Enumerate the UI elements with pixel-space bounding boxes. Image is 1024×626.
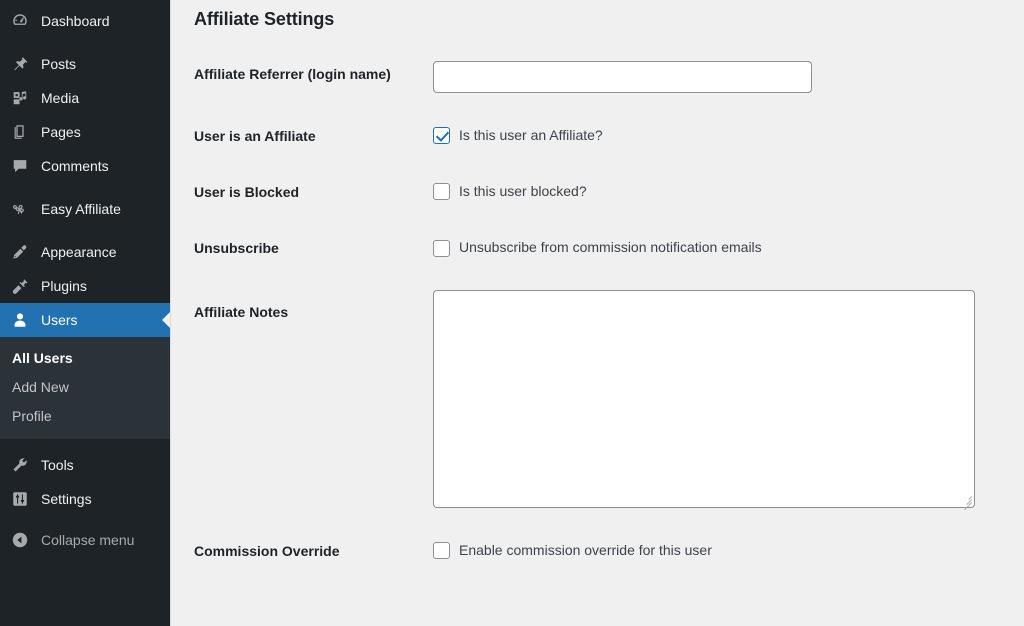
row-affiliate-notes: Affiliate Notes — [194, 277, 1024, 523]
pages-icon — [10, 122, 30, 142]
plugins-icon — [10, 276, 30, 296]
sidebar-item-label: Dashboard — [41, 14, 110, 28]
sidebar-item-label: Pages — [41, 125, 81, 139]
appearance-icon — [10, 242, 30, 262]
collapse-icon — [10, 530, 30, 550]
label-commission-override: Commission Override — [194, 523, 433, 579]
sidebar-item-label: Posts — [41, 57, 76, 71]
sidebar-item-label: Easy Affiliate — [41, 202, 121, 216]
label-user-is-blocked: User is Blocked — [194, 164, 433, 220]
row-commission-override: Commission Override Enable commission ov… — [194, 523, 1024, 579]
row-user-is-affiliate: User is an Affiliate Is this user an Aff… — [194, 108, 1024, 164]
sidebar-item-label: Users — [41, 313, 78, 327]
label-affiliate-notes: Affiliate Notes — [194, 277, 433, 523]
label-unsubscribe: Unsubscribe — [194, 220, 433, 276]
collapse-menu-button[interactable]: Collapse menu — [0, 523, 170, 557]
sidebar-item-label: Appearance — [41, 245, 117, 259]
commission-override-field[interactable]: Enable commission override for this user — [433, 538, 1014, 561]
label-user-is-affiliate: User is an Affiliate — [194, 108, 433, 164]
submenu-item-add-new[interactable]: Add New — [0, 373, 170, 402]
comments-icon — [10, 156, 30, 176]
sidebar-item-settings[interactable]: Settings — [0, 482, 170, 516]
submenu-item-all-users[interactable]: All Users — [0, 344, 170, 373]
user-is-affiliate-checkbox[interactable] — [433, 127, 450, 144]
user-is-blocked-checkbox-label: Is this user blocked? — [459, 182, 587, 202]
sidebar-item-users[interactable]: Users — [0, 303, 170, 337]
sidebar-item-appearance[interactable]: Appearance — [0, 235, 170, 269]
user-is-affiliate-checkbox-label: Is this user an Affiliate? — [459, 126, 603, 146]
sidebar-item-label: Media — [41, 91, 79, 105]
resize-handle-icon[interactable] — [960, 493, 972, 505]
affiliate-settings-form: Affiliate Referrer (login name) User is … — [194, 46, 1024, 579]
tools-icon — [10, 455, 30, 475]
user-is-affiliate-field[interactable]: Is this user an Affiliate? — [433, 123, 1014, 146]
row-unsubscribe: Unsubscribe Unsubscribe from commission … — [194, 220, 1024, 276]
users-submenu: All Users Add New Profile — [0, 337, 170, 439]
submenu-item-profile[interactable]: Profile — [0, 402, 170, 431]
row-affiliate-referrer: Affiliate Referrer (login name) — [194, 46, 1024, 108]
unsubscribe-checkbox-label: Unsubscribe from commission notification… — [459, 238, 762, 258]
commission-override-checkbox[interactable] — [433, 542, 450, 559]
affiliate-referrer-input[interactable] — [433, 61, 812, 93]
sidebar-item-pages[interactable]: Pages — [0, 115, 170, 149]
sidebar-item-media[interactable]: Media — [0, 81, 170, 115]
sidebar-item-posts[interactable]: Posts — [0, 47, 170, 81]
row-user-is-blocked: User is Blocked Is this user blocked? — [194, 164, 1024, 220]
affiliate-notes-textarea[interactable] — [433, 290, 975, 508]
sidebar-item-easy-affiliate[interactable]: Easy Affiliate — [0, 192, 170, 226]
unsubscribe-field[interactable]: Unsubscribe from commission notification… — [433, 235, 1014, 258]
sidebar-item-plugins[interactable]: Plugins — [0, 269, 170, 303]
admin-sidebar: Dashboard Posts Media Pages — [0, 0, 171, 626]
pin-icon — [10, 54, 30, 74]
sidebar-item-label: Comments — [41, 159, 109, 173]
sidebar-item-label: Tools — [41, 458, 74, 472]
users-icon — [10, 310, 30, 330]
user-is-blocked-field[interactable]: Is this user blocked? — [433, 179, 1014, 202]
settings-icon — [10, 489, 30, 509]
sidebar-item-dashboard[interactable]: Dashboard — [0, 4, 170, 38]
main-content: Affiliate Settings Affiliate Referrer (l… — [171, 0, 1024, 626]
sidebar-item-tools[interactable]: Tools — [0, 448, 170, 482]
sidebar-item-comments[interactable]: Comments — [0, 149, 170, 183]
collapse-menu-label: Collapse menu — [41, 533, 134, 547]
dashboard-icon — [10, 11, 30, 31]
user-is-blocked-checkbox[interactable] — [433, 183, 450, 200]
label-affiliate-referrer: Affiliate Referrer (login name) — [194, 46, 433, 108]
commission-override-checkbox-label: Enable commission override for this user — [459, 541, 712, 561]
unsubscribe-checkbox[interactable] — [433, 240, 450, 257]
sidebar-item-label: Settings — [41, 492, 92, 506]
page-title: Affiliate Settings — [194, 0, 1024, 30]
media-icon — [10, 88, 30, 108]
easy-affiliate-icon — [10, 199, 30, 219]
sidebar-item-label: Plugins — [41, 279, 87, 293]
